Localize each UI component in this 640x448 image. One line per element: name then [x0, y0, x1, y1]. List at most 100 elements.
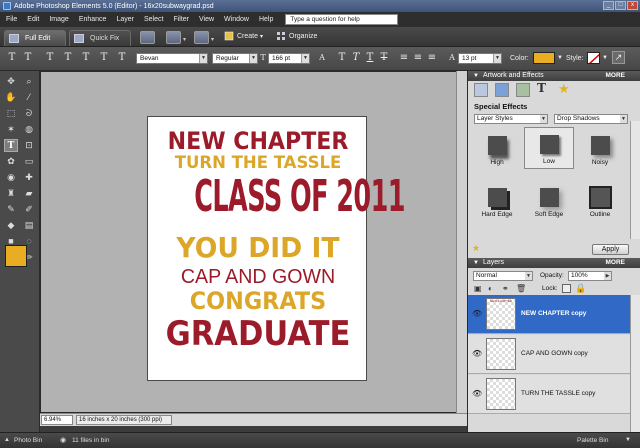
create-button[interactable]: Create ▾ — [224, 31, 263, 41]
effect-thumb-low[interactable]: Low — [524, 127, 574, 169]
minimize-button[interactable]: _ — [603, 1, 614, 10]
effect-thumb-outline[interactable]: Outline — [575, 181, 625, 223]
layer-row[interactable]: 👁 NEW CHAPTER NEW CHAPTER copy — [468, 295, 630, 334]
style-none-swatch[interactable] — [587, 52, 600, 64]
themes-tab-icon[interactable] — [495, 83, 509, 97]
effects-scrollbar[interactable] — [630, 121, 640, 239]
align-center-icon[interactable]: ≡ — [412, 52, 424, 64]
straighten-tool-icon[interactable]: ▭ — [22, 155, 36, 168]
visibility-eye-icon[interactable]: 👁 — [472, 309, 482, 318]
layers-more-button[interactable]: MORE — [606, 258, 626, 268]
horizontal-type-option-icon[interactable]: T — [44, 52, 56, 64]
add-favorite-star-icon[interactable]: ★ — [472, 243, 480, 254]
layer-row[interactable]: 👁 CAP AND GOWN copy — [468, 335, 630, 374]
type-tool-button[interactable]: T — [4, 139, 18, 152]
foreground-color-swatch[interactable] — [5, 245, 27, 267]
paint-bucket-icon[interactable]: ◆ — [4, 219, 18, 232]
artwork-tab-icon[interactable] — [474, 83, 488, 97]
underline-icon[interactable]: T — [364, 52, 376, 64]
photo-bin-toggle-icon[interactable]: ▲ — [4, 437, 10, 443]
marquee-tool-icon[interactable]: ⬚ — [4, 107, 18, 120]
opacity-field[interactable]: 100% ▶ — [568, 271, 612, 281]
menu-select[interactable]: Select — [144, 16, 163, 23]
effect-subcategory-select[interactable]: Drop Shadows ▼ — [554, 114, 628, 124]
smart-brush-icon[interactable]: ✐ — [22, 203, 36, 216]
blend-mode-select[interactable]: Normal ▼ — [473, 271, 533, 281]
maximize-button[interactable]: □ — [615, 1, 626, 10]
layer-row[interactable]: 👁 TURN THE TASSLE copy — [468, 375, 630, 414]
palette-bin-toggle-icon[interactable]: ▼ — [625, 437, 631, 443]
magic-wand-tool-icon[interactable]: ✶ — [4, 123, 18, 136]
palette-bin-button[interactable]: Palette Bin — [577, 437, 608, 444]
font-style-select[interactable]: Regular ▼ — [212, 53, 258, 64]
type-mask-icon[interactable]: T — [80, 52, 92, 64]
visibility-eye-icon[interactable]: 👁 — [472, 349, 482, 358]
organize-button[interactable]: Organize — [276, 31, 317, 41]
anti-alias-icon[interactable]: A — [316, 52, 328, 64]
lasso-tool-icon[interactable]: ᘐ — [22, 107, 36, 120]
document-canvas[interactable]: NEW CHAPTER TURN THE TASSLE CLASS OF 201… — [147, 116, 406, 381]
effect-thumb-noisy[interactable]: Noisy — [575, 129, 625, 171]
move-tool-icon[interactable]: ✥ — [4, 75, 18, 88]
new-layer-icon[interactable]: ▣ — [474, 284, 482, 293]
red-eye-tool-icon[interactable]: ◉ — [4, 171, 18, 184]
effect-thumb-high[interactable]: High — [472, 129, 522, 171]
vertical-type-icon[interactable]: T — [22, 52, 34, 64]
tab-quick-fix[interactable]: Quick Fix — [69, 30, 131, 46]
help-search-input[interactable]: Type a question for help — [285, 14, 399, 25]
text-color-swatch[interactable] — [533, 52, 555, 64]
zoom-tool-icon[interactable]: ⌕ — [22, 75, 36, 88]
delete-layer-icon[interactable]: 🗑 — [516, 284, 526, 293]
eraser-tool-icon[interactable]: ▰ — [22, 187, 36, 200]
font-size-select[interactable]: 166 pt ▼ — [268, 53, 310, 64]
brush-tool-icon[interactable]: ✎ — [4, 203, 18, 216]
effect-thumb-soft-edge[interactable]: Soft Edge — [524, 181, 574, 223]
healing-brush-icon[interactable]: ✚ — [22, 171, 36, 184]
menu-filter[interactable]: Filter — [173, 16, 189, 23]
menu-help[interactable]: Help — [259, 16, 273, 23]
leading-select[interactable]: 13 pt ▼ — [458, 53, 502, 64]
eyedropper-tool-icon[interactable]: ⁄ — [22, 91, 36, 104]
print-icon[interactable] — [140, 31, 155, 44]
layers-scrollbar[interactable] — [630, 295, 640, 432]
vertical-scrollbar[interactable] — [456, 71, 467, 413]
artwork-panel-header[interactable]: ▼ Artwork and Effects MORE — [468, 71, 640, 81]
close-button[interactable]: x — [627, 1, 638, 10]
menu-enhance[interactable]: Enhance — [79, 16, 107, 23]
warp-text-icon[interactable]: T — [116, 52, 128, 64]
italic-icon[interactable]: T — [350, 52, 362, 64]
font-family-select[interactable]: Bevan ▼ — [136, 53, 208, 64]
adjustment-layer-icon[interactable]: ◐ — [488, 284, 493, 293]
warp-icon[interactable]: ↗ — [612, 51, 625, 64]
lock-transparent-icon[interactable] — [562, 284, 571, 293]
layers-panel-header[interactable]: ▼ Layers MORE — [468, 258, 640, 268]
vertical-mask-icon[interactable]: T — [98, 52, 110, 64]
tab-full-edit[interactable]: Full Edit — [4, 30, 66, 46]
favorites-star-icon[interactable]: ★ — [558, 81, 572, 97]
apply-button[interactable]: Apply — [592, 244, 629, 255]
menu-image[interactable]: Image — [49, 16, 68, 23]
effects-tab-icon[interactable] — [516, 83, 530, 97]
selection-brush-icon[interactable]: ◍ — [22, 123, 36, 136]
effect-category-select[interactable]: Layer Styles ▼ — [474, 114, 548, 124]
text-effects-tab-icon[interactable]: T — [537, 81, 551, 97]
layers-collapse-icon[interactable]: ▼ — [473, 258, 479, 268]
order-prints-icon[interactable]: ▾ — [194, 31, 214, 44]
artwork-more-button[interactable]: MORE — [606, 71, 626, 81]
collapse-icon[interactable]: ▼ — [473, 71, 479, 81]
menu-file[interactable]: File — [6, 16, 17, 23]
clone-stamp-icon[interactable]: ♜ — [4, 187, 18, 200]
strikethrough-icon[interactable]: T — [378, 52, 390, 64]
vertical-type-option-icon[interactable]: T — [62, 52, 74, 64]
cookie-cutter-icon[interactable]: ✿ — [4, 155, 18, 168]
menu-view[interactable]: View — [199, 16, 214, 23]
visibility-eye-icon[interactable]: 👁 — [472, 389, 482, 398]
bin-info-icon[interactable]: ◉ — [60, 436, 66, 444]
canvas-area[interactable]: NEW CHAPTER TURN THE TASSLE CLASS OF 201… — [40, 71, 467, 413]
bold-icon[interactable]: T — [336, 52, 348, 64]
lock-all-icon[interactable]: 🔒 — [575, 283, 586, 294]
document-size-info[interactable]: 16 inches x 20 inches (300 ppi) — [76, 415, 172, 425]
photo-bin-button[interactable]: Photo Bin — [14, 437, 42, 444]
effect-thumb-hard-edge[interactable]: Hard Edge — [472, 181, 522, 223]
menu-layer[interactable]: Layer — [116, 16, 134, 23]
